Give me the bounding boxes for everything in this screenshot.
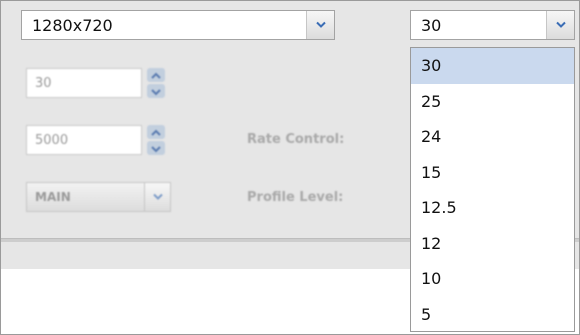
profile-select[interactable]: MAIN <box>26 182 171 212</box>
framerate-input[interactable]: 30 <box>26 68 142 98</box>
resolution-dropdown-button[interactable] <box>306 11 334 39</box>
bitrate-input[interactable]: 5000 <box>26 125 142 155</box>
framerate-select-value: 30 <box>421 16 442 35</box>
resolution-select[interactable]: 1280x720 <box>21 10 335 40</box>
spinner-up-button[interactable] <box>147 125 165 139</box>
dropdown-option[interactable]: 15 <box>411 155 574 191</box>
chevron-down-icon <box>151 89 161 96</box>
framerate-input-value: 30 <box>35 76 52 91</box>
profile-dropdown-button[interactable] <box>144 183 170 211</box>
bitrate-input-value: 5000 <box>35 133 69 148</box>
dropdown-option[interactable]: 12 <box>411 226 574 262</box>
framerate-dropdown-list: 30 25 24 15 12.5 12 10 5 <box>410 47 575 332</box>
dropdown-option[interactable]: 5 <box>411 297 574 333</box>
dropdown-option[interactable]: 12.5 <box>411 190 574 226</box>
spinner-up-button[interactable] <box>147 68 165 82</box>
chevron-down-icon <box>315 21 326 28</box>
profile-value: MAIN <box>35 190 71 204</box>
spinner-down-button[interactable] <box>147 141 165 155</box>
chevron-down-icon <box>152 193 163 200</box>
dropdown-option[interactable]: 10 <box>411 261 574 297</box>
chevron-up-icon <box>151 129 161 136</box>
dropdown-option[interactable]: 25 <box>411 84 574 120</box>
chevron-down-icon <box>151 146 161 153</box>
chevron-up-icon <box>151 72 161 79</box>
rate-control-label: Rate Control: <box>247 132 345 147</box>
chevron-down-icon <box>555 21 566 28</box>
bitrate-spinner[interactable] <box>147 125 165 155</box>
framerate-select[interactable]: 30 <box>410 10 575 40</box>
settings-window: 1280x720 30 5000 Rate Control: MAIN Prof… <box>0 0 580 335</box>
framerate-spinner[interactable] <box>147 68 165 98</box>
dropdown-option[interactable]: 24 <box>411 119 574 155</box>
profile-level-label: Profile Level: <box>247 190 344 205</box>
dropdown-option[interactable]: 30 <box>411 48 574 84</box>
framerate-dropdown-button[interactable] <box>546 11 574 39</box>
spinner-down-button[interactable] <box>147 84 165 98</box>
resolution-value: 1280x720 <box>32 16 113 35</box>
